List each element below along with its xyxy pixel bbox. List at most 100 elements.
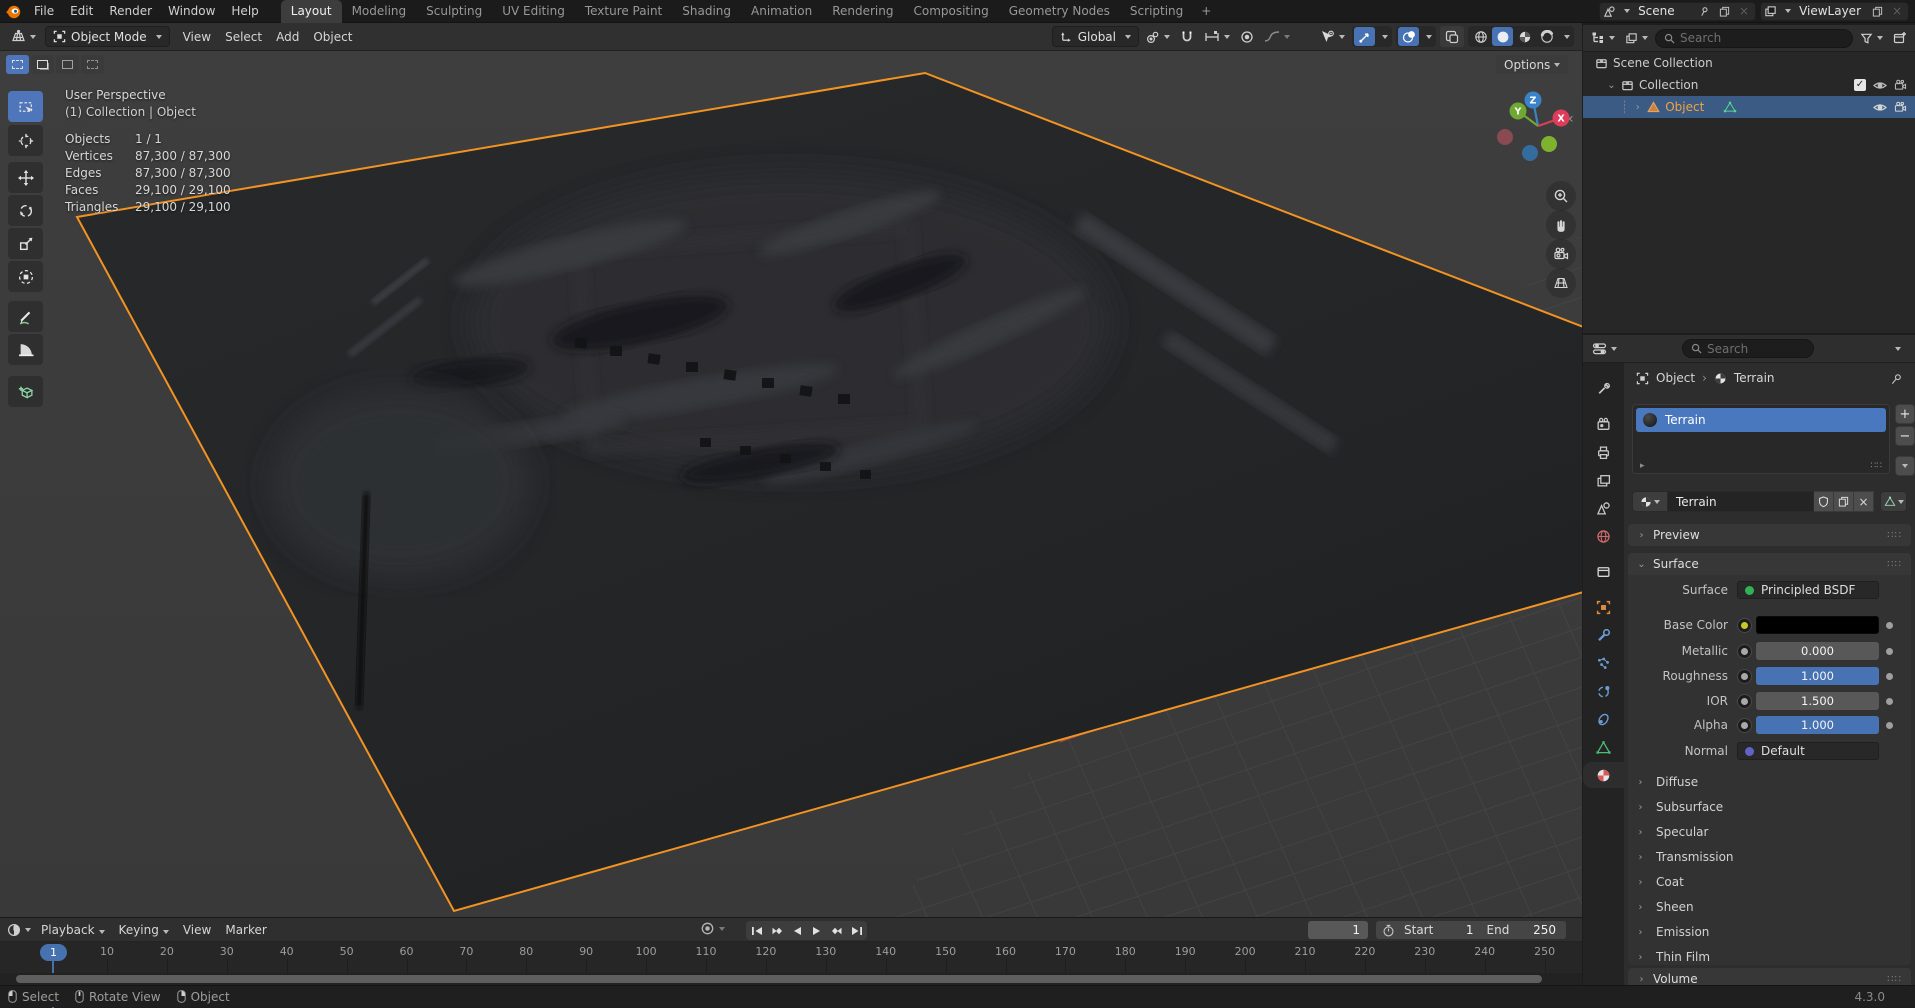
node-socket-icon[interactable] xyxy=(1737,718,1752,733)
subpanel-sheen[interactable]: ›Sheen xyxy=(1636,896,1903,918)
axis-y-negative[interactable] xyxy=(1541,136,1557,152)
gizmos-dropdown[interactable] xyxy=(1376,27,1390,46)
previous-keyframe-button[interactable] xyxy=(767,922,786,939)
frame-end-field[interactable]: End250 xyxy=(1483,923,1561,937)
node-link-button[interactable]: Principled BSDF xyxy=(1737,581,1879,599)
value-slider[interactable]: 1.500 xyxy=(1756,692,1879,710)
animate-decorator[interactable] xyxy=(1886,722,1893,729)
disable-render-camera-icon[interactable] xyxy=(1894,79,1907,91)
next-keyframe-button[interactable] xyxy=(827,922,846,939)
hide-eye-icon[interactable] xyxy=(1873,102,1887,113)
value-slider[interactable]: 0.000 xyxy=(1756,642,1879,660)
viewport-menu-select[interactable]: Select xyxy=(218,26,269,48)
menu-help[interactable]: Help xyxy=(223,0,266,23)
workspace-tab-shading[interactable]: Shading xyxy=(672,0,741,23)
tool-move-button[interactable] xyxy=(8,162,43,193)
properties-tab-object[interactable] xyxy=(1583,594,1624,620)
node-socket-icon[interactable] xyxy=(1737,644,1752,659)
toggle-perspective-grid-button[interactable] xyxy=(1546,268,1576,298)
mode-selector[interactable]: Object Mode xyxy=(45,26,170,47)
menu-playback[interactable]: Playback xyxy=(34,919,112,941)
subpanel-diffuse[interactable]: ›Diffuse xyxy=(1636,771,1903,793)
subpanel-coat[interactable]: ›Coat xyxy=(1636,871,1903,893)
subpanel-thin-film[interactable]: ›Thin Film xyxy=(1636,946,1903,968)
panel-preview[interactable]: ›Preview∷∷ xyxy=(1628,524,1911,546)
properties-tab-material[interactable] xyxy=(1583,762,1624,788)
outliner-filter-id-button[interactable] xyxy=(1622,28,1651,49)
show-gizmos-toggle[interactable] xyxy=(1354,27,1375,46)
slot-specials-button[interactable] xyxy=(1895,456,1915,476)
timeline-scrollbar[interactable] xyxy=(16,975,1542,983)
properties-search-input[interactable]: Search xyxy=(1682,339,1814,358)
zoom-button[interactable] xyxy=(1546,181,1576,211)
panel-surface[interactable]: ⌄Surface∷∷ xyxy=(1628,553,1911,575)
remove-slot-button[interactable]: − xyxy=(1895,426,1915,446)
workspace-tab-uv-editing[interactable]: UV Editing xyxy=(492,0,575,23)
unlink-material-button[interactable]: × xyxy=(1854,491,1874,512)
play-button[interactable] xyxy=(807,922,826,939)
properties-tab-constraints[interactable] xyxy=(1583,706,1624,732)
properties-tab-scene[interactable] xyxy=(1583,495,1624,521)
material-name-field[interactable]: Terrain xyxy=(1668,491,1814,512)
hide-eye-icon[interactable] xyxy=(1873,80,1887,91)
workspace-tab-rendering[interactable]: Rendering xyxy=(822,0,903,23)
browse-material-button[interactable] xyxy=(1632,491,1668,512)
editor-type-button[interactable] xyxy=(8,26,39,47)
workspace-tab-modeling[interactable]: Modeling xyxy=(342,0,417,23)
disable-render-camera-icon[interactable] xyxy=(1894,101,1907,113)
breadcrumb-data[interactable]: Terrain xyxy=(1734,371,1775,385)
menu-keying[interactable]: Keying xyxy=(112,919,176,941)
value-slider[interactable]: 1.000 xyxy=(1756,667,1879,685)
link-material-to-button[interactable] xyxy=(1880,491,1907,512)
new-view-layer-icon[interactable] xyxy=(1869,4,1885,19)
workspace-tab-animation[interactable]: Animation xyxy=(741,0,822,23)
menu-file[interactable]: File xyxy=(26,0,62,23)
fake-user-shield-button[interactable] xyxy=(1814,491,1834,512)
expand-icon[interactable]: › xyxy=(1633,102,1642,113)
properties-tab-output[interactable] xyxy=(1583,439,1624,465)
tool-transform-button[interactable] xyxy=(8,261,43,292)
shading-wireframe-toggle[interactable] xyxy=(1470,27,1491,46)
workspace-tab-compositing[interactable]: Compositing xyxy=(903,0,998,23)
display-mode-button[interactable] xyxy=(1588,28,1618,49)
blender-logo-icon[interactable] xyxy=(0,3,26,20)
node-socket-icon[interactable] xyxy=(1737,669,1752,684)
new-scene-icon[interactable] xyxy=(1716,4,1732,19)
snapping-magnet-button[interactable] xyxy=(1177,26,1197,47)
subpanel-emission[interactable]: ›Emission xyxy=(1636,921,1903,943)
breadcrumb-object[interactable]: Object xyxy=(1656,371,1695,385)
jump-to-end-button[interactable] xyxy=(847,922,866,939)
properties-tab-collection[interactable] xyxy=(1583,558,1624,584)
add-slot-button[interactable]: + xyxy=(1895,404,1915,424)
outliner-row-scene-collection[interactable]: Scene Collection xyxy=(1583,52,1915,74)
properties-tab-particles[interactable] xyxy=(1583,650,1624,676)
subpanel-specular[interactable]: ›Specular xyxy=(1636,821,1903,843)
viewport-menu-view[interactable]: View xyxy=(176,26,218,48)
properties-tab-render[interactable] xyxy=(1583,411,1624,437)
navigation-gizmo[interactable]: Z Y X xyxy=(1492,86,1582,182)
viewport-menu-add[interactable]: Add xyxy=(269,26,306,48)
overlays-dropdown[interactable] xyxy=(1420,27,1434,46)
xray-toggle[interactable] xyxy=(1440,26,1464,47)
animate-decorator[interactable] xyxy=(1886,622,1893,629)
timeline-editor-type-button[interactable] xyxy=(4,920,34,941)
proportional-falloff-button[interactable] xyxy=(1261,26,1293,47)
tool-measure-button[interactable] xyxy=(8,334,43,365)
value-slider[interactable]: 1.000 xyxy=(1756,716,1879,734)
animate-decorator[interactable] xyxy=(1886,673,1893,680)
tool-select-box-button[interactable] xyxy=(8,91,43,122)
shading-material-preview-toggle[interactable] xyxy=(1514,27,1535,46)
select-mode-extend[interactable] xyxy=(31,55,54,74)
properties-options-dropdown[interactable] xyxy=(1895,347,1901,351)
view-layer-selector[interactable]: ViewLayer × xyxy=(1760,2,1909,21)
pin-scene-icon[interactable] xyxy=(1696,4,1712,19)
jump-to-start-button[interactable] xyxy=(747,922,766,939)
animate-decorator[interactable] xyxy=(1886,698,1893,705)
tool-scale-button[interactable] xyxy=(8,228,43,259)
new-collection-button[interactable] xyxy=(1890,28,1910,49)
current-frame-field[interactable]: 1 xyxy=(1308,921,1368,939)
remove-view-layer-icon[interactable]: × xyxy=(1889,4,1905,19)
frame-start-field[interactable]: Start1 xyxy=(1400,923,1478,937)
shading-dropdown[interactable] xyxy=(1558,27,1572,46)
snap-with-button[interactable] xyxy=(1201,26,1233,47)
